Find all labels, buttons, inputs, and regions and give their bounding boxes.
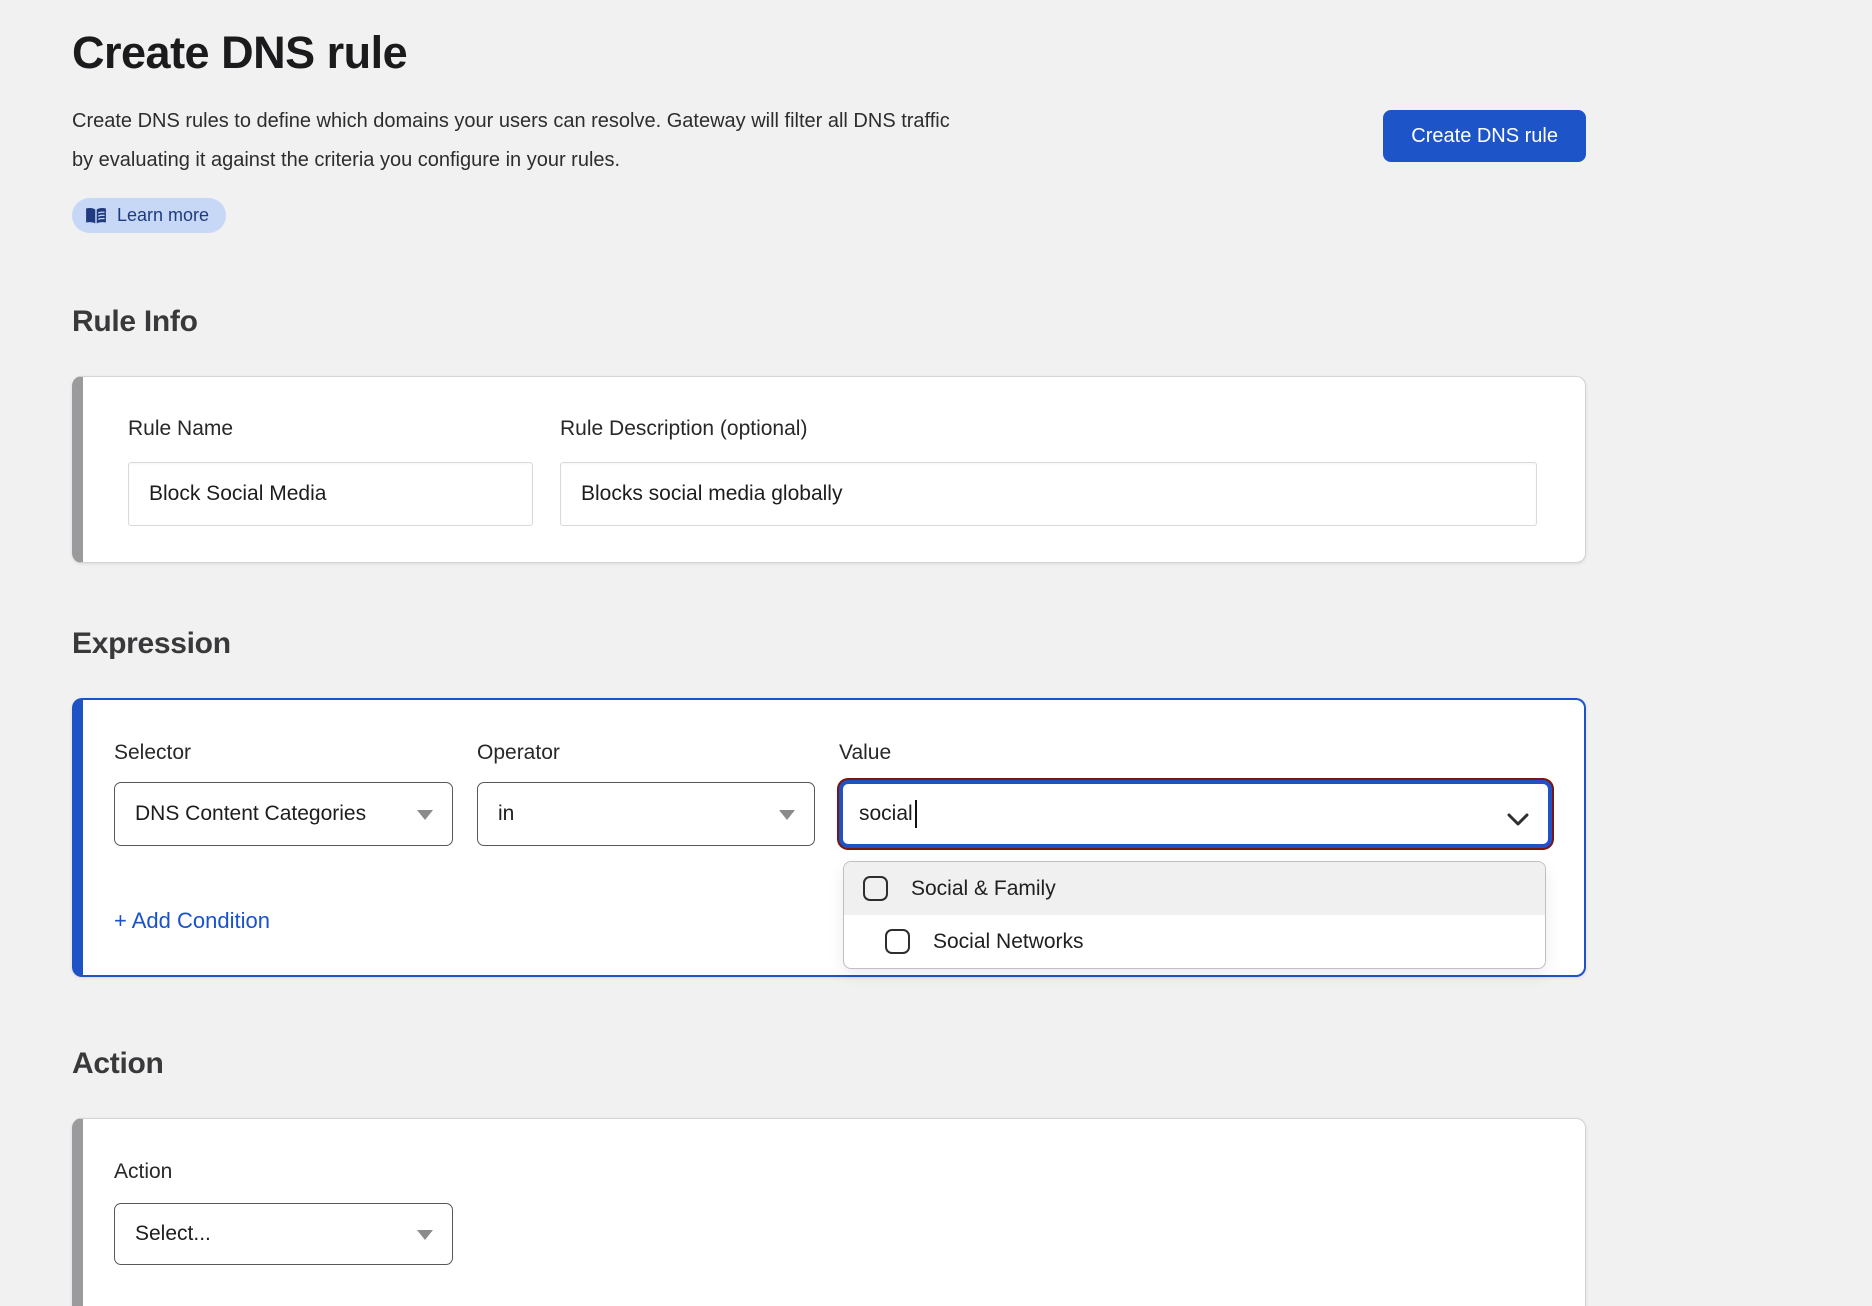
page-title: Create DNS rule <box>72 26 1586 80</box>
expression-heading: Expression <box>72 627 1586 661</box>
rule-info-heading: Rule Info <box>72 305 1586 339</box>
rule-name-input[interactable]: Block Social Media <box>128 462 533 526</box>
dropdown-option-social-networks[interactable]: Social Networks <box>844 915 1545 968</box>
create-dns-rule-button[interactable]: Create DNS rule <box>1383 110 1586 162</box>
page-description-line1: Create DNS rules to define which domains… <box>72 110 950 132</box>
rule-description-label: Rule Description (optional) <box>560 417 1537 441</box>
value-input[interactable]: social Social & Family <box>839 780 1552 848</box>
triangle-down-icon <box>417 810 433 820</box>
selector-dropdown[interactable]: DNS Content Categories <box>114 782 453 846</box>
dropdown-option-label: Social Networks <box>933 930 1084 954</box>
operator-value: in <box>498 802 514 826</box>
add-condition-link[interactable]: + Add Condition <box>114 908 270 934</box>
action-heading: Action <box>72 1047 1586 1081</box>
operator-label: Operator <box>477 741 815 765</box>
action-select-value: Select... <box>135 1222 211 1246</box>
learn-more-label: Learn more <box>117 205 209 226</box>
expression-condition-row: Selector DNS Content Categories Operator… <box>114 741 1552 848</box>
value-label: Value <box>839 741 1552 765</box>
text-cursor <box>915 800 917 828</box>
rule-description-input[interactable]: Blocks social media globally <box>560 462 1537 526</box>
action-card: Action Select... <box>72 1118 1586 1306</box>
learn-more-button[interactable]: Learn more <box>72 198 226 233</box>
page-description: Create DNS rules to define which domains… <box>72 102 1072 180</box>
checkbox-social-family[interactable] <box>863 876 888 901</box>
selector-label: Selector <box>114 741 453 765</box>
triangle-down-icon <box>779 810 795 820</box>
rule-name-value: Block Social Media <box>149 482 326 506</box>
rule-description-field-group: Rule Description (optional) Blocks socia… <box>560 417 1537 526</box>
action-label: Action <box>114 1160 1553 1184</box>
value-text: social <box>859 802 913 826</box>
dropdown-option-label: Social & Family <box>911 877 1056 901</box>
rule-name-label: Rule Name <box>128 417 533 441</box>
rule-name-field-group: Rule Name Block Social Media <box>128 417 533 526</box>
rule-info-card: Rule Name Block Social Media Rule Descri… <box>72 376 1586 563</box>
value-dropdown-panel: Social & Family Social Networks <box>843 861 1546 969</box>
triangle-down-icon <box>417 1230 433 1240</box>
chevron-down-icon[interactable] <box>1507 808 1529 832</box>
checkbox-social-networks[interactable] <box>885 929 910 954</box>
action-select-dropdown[interactable]: Select... <box>114 1203 453 1265</box>
open-book-icon <box>85 207 107 225</box>
page-content: Create DNS rule Create DNS rules to defi… <box>72 0 1586 1306</box>
value-field-group: Value social Social & Family <box>839 741 1552 848</box>
dropdown-option-social-family[interactable]: Social & Family <box>844 862 1545 915</box>
expression-card: Selector DNS Content Categories Operator… <box>72 698 1586 977</box>
selector-value: DNS Content Categories <box>135 802 366 826</box>
operator-field-group: Operator in <box>477 741 815 846</box>
rule-description-value: Blocks social media globally <box>581 482 842 506</box>
page-description-line2: by evaluating it against the criteria yo… <box>72 149 620 171</box>
selector-field-group: Selector DNS Content Categories <box>114 741 453 846</box>
operator-dropdown[interactable]: in <box>477 782 815 846</box>
